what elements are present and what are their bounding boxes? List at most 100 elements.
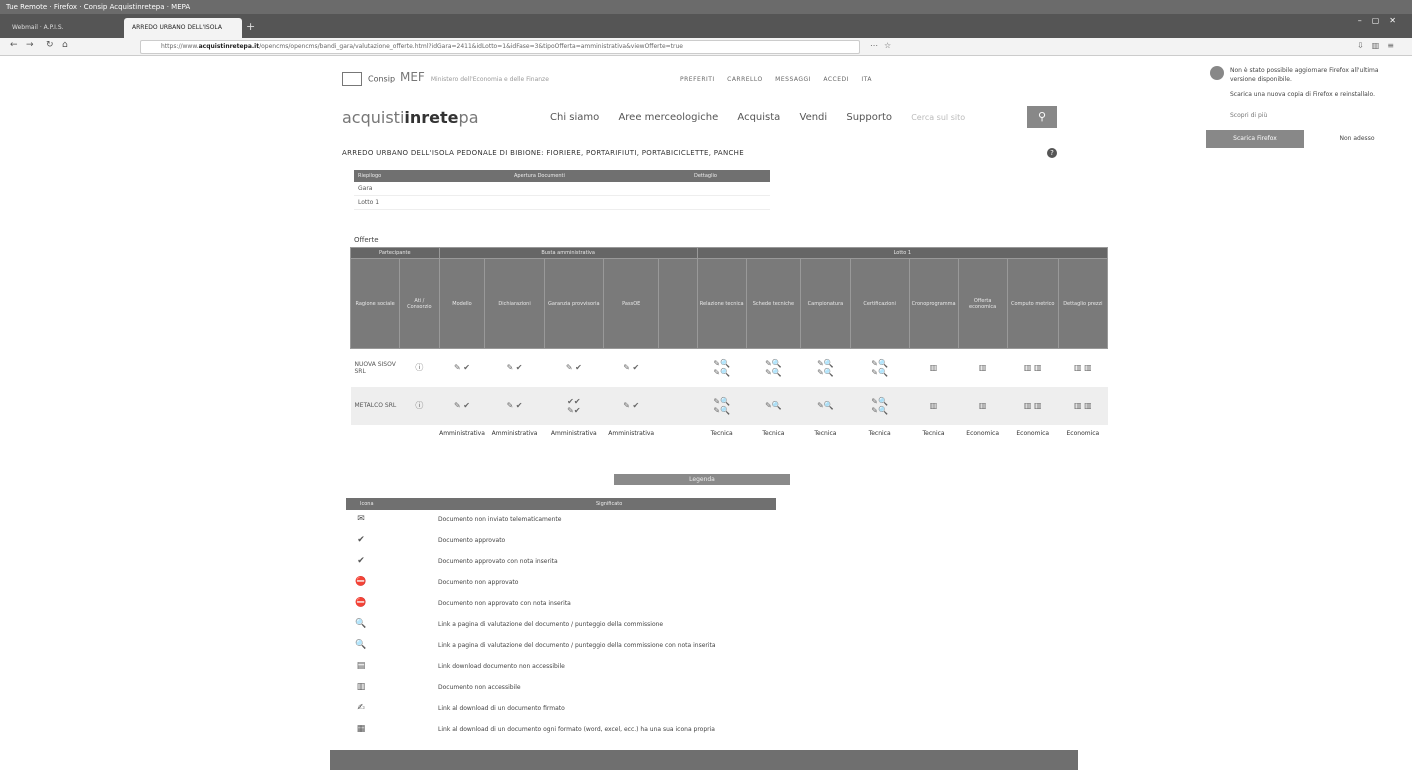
consip-logo[interactable]: Consip: [342, 72, 395, 86]
brand-logo[interactable]: acquistiinretepa: [342, 108, 479, 127]
col-dichiarazioni: Dichiarazioni: [484, 258, 545, 349]
magnifier-note-icon: 🔍: [355, 640, 367, 650]
magnifier-icon[interactable]: ✎🔍 ✎🔍: [850, 349, 909, 387]
lot-row-gara[interactable]: Gara: [354, 182, 770, 196]
col-computo-metrico: Computo metrico: [1006, 258, 1059, 349]
legend-row: ▦ Link al download di un documento ogni f…: [346, 720, 776, 741]
col-spacer: [658, 258, 698, 349]
legend-text: Link a pagina di valutazione del documen…: [438, 642, 716, 649]
doc-disabled-icon: ▥ ▥: [1074, 363, 1092, 373]
approved-note-icon: ✔: [357, 556, 365, 566]
tab-webmail[interactable]: Webmail · A.P.I.S.: [4, 18, 124, 38]
approved-icon[interactable]: ✎ ✔: [544, 349, 603, 387]
magnifier-icon[interactable]: ✎🔍 ✎🔍: [801, 349, 851, 387]
doc-disabled-icon: ▥: [929, 363, 938, 373]
approved-icon[interactable]: ✎ ✔: [603, 386, 659, 425]
window-controls[interactable]: –▢✕: [1358, 16, 1406, 25]
magnifier-icon[interactable]: ✎🔍 ✎🔍: [746, 349, 801, 387]
download-firefox-button[interactable]: Scarica Firefox: [1206, 130, 1304, 148]
mef-logo[interactable]: MEF Ministero dell'Economia e delle Finan…: [400, 70, 549, 84]
lot-row-lotto[interactable]: Lotto 1: [354, 196, 770, 210]
magnifier-icon[interactable]: ✎🔍: [800, 386, 851, 425]
legend-text: Link a pagina di valutazione del documen…: [438, 621, 664, 628]
lot-table-header: Riepilogo Apertura Documenti Dettaglio: [354, 170, 770, 182]
cart-link[interactable]: CARRELLO: [727, 76, 763, 83]
lot-header-apertura: Apertura Documenti: [514, 173, 565, 179]
url-bar[interactable]: https://www.acquistinretepa.it/opencms/o…: [140, 40, 860, 54]
toolbar-icons[interactable]: ⇩▥≡: [1357, 41, 1402, 50]
col-garanzia: Garanzia provvisoria: [543, 258, 604, 349]
type-label: Tecnica: [922, 430, 945, 437]
legend-row: ▤ Link download documento non accessibile: [346, 657, 776, 678]
nav-vendi[interactable]: Vendi: [800, 112, 828, 123]
legend-row: ✉ Documento non inviato telematicamente: [346, 510, 776, 531]
approved-icon[interactable]: ✎ ✔: [439, 349, 485, 387]
not-now-button[interactable]: Non adesso: [1320, 130, 1394, 148]
brand-part: pa: [458, 108, 479, 127]
type-label: Amministrativa: [439, 430, 485, 437]
approved-icon[interactable]: ✎ ✔: [439, 386, 485, 425]
info-icon[interactable]: ⓘ: [400, 349, 439, 387]
magnifier-icon[interactable]: ✎🔍 ✎🔍: [697, 349, 746, 387]
update-notification: Non è stato possibile aggiornare Firefox…: [1200, 62, 1400, 162]
offer-type-row: Amministrativa Amministrativa Amministra…: [351, 425, 1108, 443]
magnifier-icon: 🔍: [355, 619, 367, 629]
empty-cell: [659, 425, 697, 443]
nav-chi-siamo[interactable]: Chi siamo: [550, 112, 599, 123]
mef-subtitle: Ministero dell'Economia e delle Finanze: [430, 76, 549, 83]
language-link[interactable]: ITA: [861, 76, 872, 83]
approved-icon[interactable]: ✔✔ ✎✔: [544, 386, 604, 425]
login-link[interactable]: ACCEDI: [823, 76, 849, 83]
group-partecipante: Partecipante: [350, 247, 440, 259]
type-label: Amministrativa: [608, 430, 655, 437]
doc-disabled-icon: ▥ ▥: [1058, 386, 1108, 425]
home-icon[interactable]: ⌂: [62, 40, 68, 50]
magnifier-icon[interactable]: ✎🔍 ✎🔍: [697, 386, 747, 425]
browser-navbar: ← → ↻ ⌂ https://www.acquistinretepa.it/o…: [0, 38, 1412, 56]
doc-disabled-icon: ▥: [958, 386, 1008, 425]
consip-logo-icon: [342, 72, 362, 86]
generic-doc-icon: ▦: [356, 724, 366, 734]
approved-icon[interactable]: ✎ ✔: [485, 349, 544, 387]
page-actions-icon[interactable]: ⋯☆: [870, 41, 897, 50]
mef-label: MEF: [400, 70, 425, 84]
col-dettaglio-prezzi: Dettaglio prezzi: [1057, 258, 1109, 349]
approved-icon[interactable]: ✎ ✔: [484, 386, 545, 425]
reload-icon[interactable]: ↻: [46, 40, 54, 50]
legend-text: Documento approvato: [438, 537, 506, 544]
tab-label: Webmail · A.P.I.S.: [12, 24, 64, 31]
offers-table: Partecipante Busta amministrativa Lotto …: [349, 247, 1109, 443]
favorites-link[interactable]: PREFERITI: [680, 76, 715, 83]
search-input[interactable]: Cerca sul sito: [911, 113, 965, 122]
col-ragione-sociale: Ragione sociale: [349, 258, 401, 349]
magnifier-icon[interactable]: ✎🔍 ✎🔍: [850, 386, 910, 425]
col-modello: Modello: [438, 258, 486, 349]
brand-part: acquisti: [342, 108, 405, 127]
nav-acquista[interactable]: Acquista: [737, 112, 780, 123]
legend-table: Icona Significato ✉ Documento non inviato…: [346, 498, 776, 741]
approved-icon[interactable]: ✎ ✔: [603, 349, 658, 387]
help-icon[interactable]: ?: [1047, 148, 1057, 158]
legend-rows: ✉ Documento non inviato telematicamente ✔ D…: [346, 510, 776, 741]
info-icon[interactable]: ⓘ: [399, 386, 440, 425]
forward-icon[interactable]: →: [26, 40, 34, 50]
legend-header: Icona Significato: [346, 498, 776, 510]
col-campionatura: Campionatura: [800, 258, 851, 349]
new-tab-button[interactable]: +: [246, 20, 255, 33]
doc-disabled-icon: ▥: [356, 682, 366, 692]
empty-cell: [400, 425, 439, 443]
tab-active[interactable]: ARREDO URBANO DELL'ISOLA P×: [124, 18, 242, 51]
magnifier-icon[interactable]: ✎🔍: [746, 386, 801, 425]
consip-label: Consip: [368, 74, 396, 84]
envelope-icon: ✉: [357, 514, 365, 524]
notification-text-2: Scarica una nuova copia di Firefox e rei…: [1230, 91, 1375, 98]
back-icon[interactable]: ←: [10, 40, 18, 50]
learn-more-link[interactable]: Scopri di più: [1230, 112, 1267, 119]
search-button[interactable]: ⚲: [1027, 106, 1057, 128]
url-domain: acquistinretepa.it: [198, 43, 260, 50]
type-label: Economica: [1016, 430, 1050, 437]
nav-aree-merceologiche[interactable]: Aree merceologiche: [618, 112, 718, 123]
nav-supporto[interactable]: Supporto: [846, 112, 892, 123]
messages-link[interactable]: MESSAGGI: [775, 76, 811, 83]
spacer-cell: [659, 349, 697, 387]
